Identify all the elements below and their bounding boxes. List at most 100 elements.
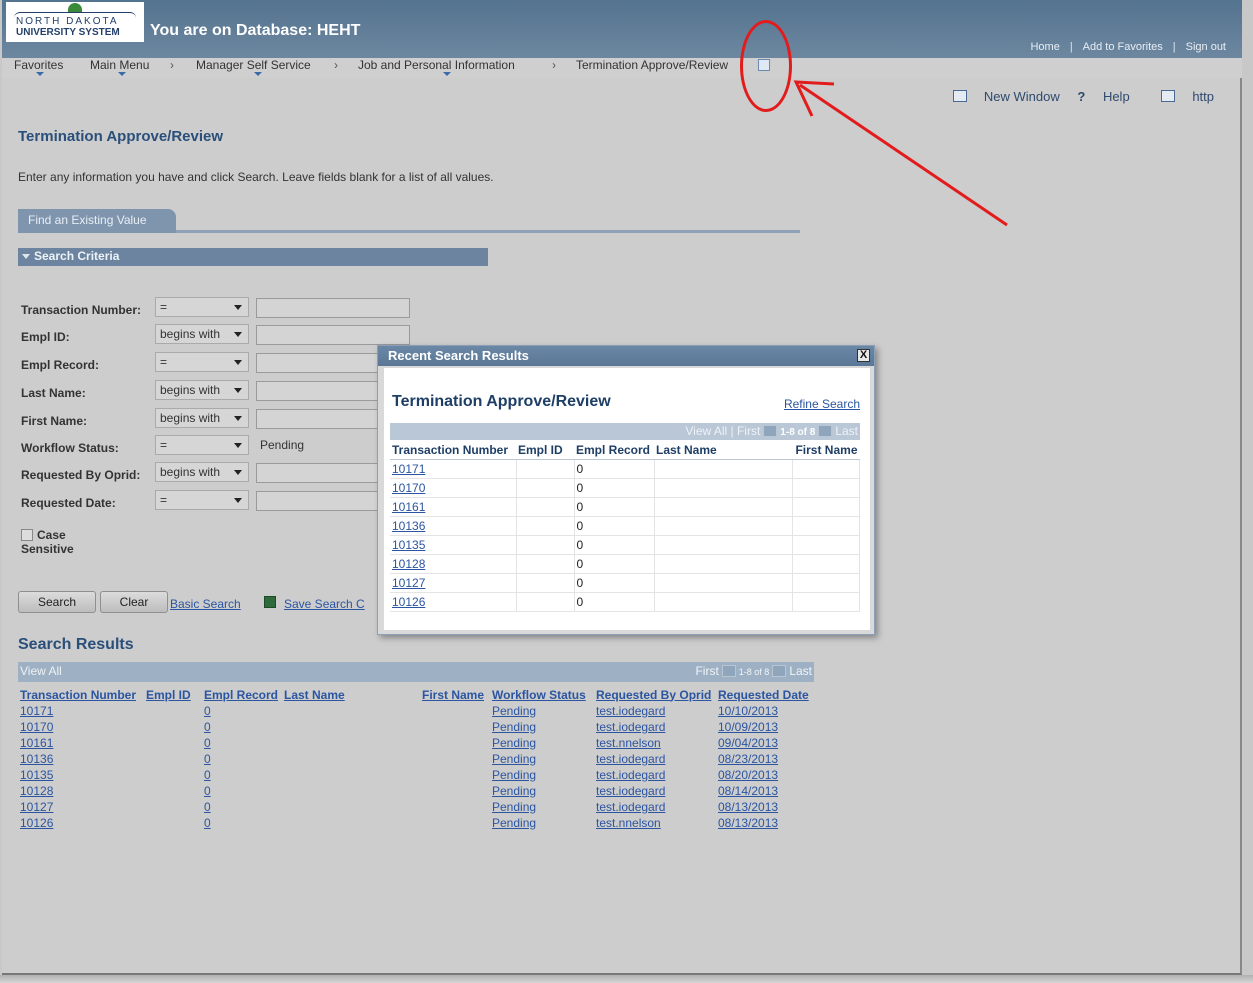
header-bar: NORTH DAKOTA UNIVERSITY SYSTEM You are o… — [2, 0, 1242, 58]
transaction-number-input[interactable] — [256, 298, 410, 318]
nav-favorites[interactable]: Favorites — [14, 58, 63, 72]
col-transaction-number[interactable]: Transaction Number — [18, 686, 144, 703]
database-title: You are on Database: HEHT — [150, 22, 361, 39]
search-button[interactable]: Search — [18, 591, 96, 613]
modal-grid-header: View All | First 1-8 of 8 Last — [390, 423, 860, 440]
result-count: 1-8 of 8 — [738, 667, 770, 677]
add-to-favorites-link[interactable]: Add to Favorites — [1083, 41, 1163, 53]
transaction-number-row: Transaction Number: = — [18, 297, 518, 319]
modal-header[interactable]: Recent Search Results — [378, 346, 874, 366]
results-pager: First 1-8 of 8 Last — [695, 664, 812, 678]
last-name-operator[interactable]: begins with — [155, 380, 249, 400]
search-results-table: Transaction Number Empl ID Empl Record L… — [18, 686, 814, 831]
results-grid-header: View All First 1-8 of 8 Last — [18, 662, 814, 682]
modal-first-link[interactable]: First — [737, 424, 760, 438]
nav-main-menu[interactable]: Main Menu — [90, 58, 149, 72]
col-empl-id[interactable]: Empl ID — [516, 441, 574, 460]
home-link[interactable]: Home — [1030, 41, 1059, 53]
checkbox-icon — [21, 529, 33, 541]
top-links: Home | Add to Favorites | Sign out — [1030, 41, 1226, 53]
table-row: 10127 0 — [390, 573, 860, 593]
help-link[interactable]: ? Help — [1077, 89, 1129, 104]
empl-id-operator[interactable]: begins with — [155, 324, 249, 344]
table-row: 10126 0 Pending test.nnelson 08/13/2013 — [20, 816, 779, 830]
nav-manager-self-service[interactable]: Manager Self Service — [196, 58, 311, 72]
table-row: 10126 0 — [390, 592, 860, 612]
http-link[interactable]: http — [1147, 89, 1214, 104]
col-first-name[interactable]: First Name — [420, 686, 490, 703]
modal-last-link[interactable]: Last — [835, 424, 858, 438]
requested-by-operator[interactable]: begins with — [155, 462, 249, 482]
col-empl-record[interactable]: Empl Record — [574, 441, 654, 460]
first-link[interactable]: First — [695, 664, 718, 678]
requested-date-operator[interactable]: = — [155, 490, 249, 510]
transaction-number-operator[interactable]: = — [155, 297, 249, 317]
save-search-criteria-link[interactable]: Save Search C — [284, 597, 365, 611]
breadcrumb-nav: Favorites Main Menu › Manager Self Servi… — [2, 58, 1242, 78]
case-sensitive-checkbox[interactable]: Case Sensitive — [21, 528, 74, 556]
table-row: 10128 0 — [390, 554, 860, 574]
clear-button[interactable]: Clear — [100, 591, 168, 613]
last-link[interactable]: Last — [789, 664, 812, 678]
modal-result-count: 1-8 of 8 — [780, 427, 816, 438]
http-icon — [1161, 90, 1176, 102]
modal-view-all-link[interactable]: View All — [685, 424, 727, 438]
prev-arrow-icon[interactable] — [763, 425, 778, 437]
table-row: 10135 0 Pending test.iodegard 08/20/2013 — [20, 768, 779, 782]
close-icon[interactable]: X — [857, 349, 870, 362]
job-info-dropdown-icon[interactable] — [443, 72, 451, 76]
table-row: 10171 0 — [390, 459, 860, 479]
table-row: 10136 0 Pending test.iodegard 08/23/2013 — [20, 752, 779, 766]
next-arrow-icon[interactable] — [818, 425, 833, 437]
table-row: 10170 0 — [390, 478, 860, 498]
prev-arrow-icon[interactable] — [721, 665, 736, 677]
col-last-name[interactable]: Last Name — [282, 686, 420, 703]
browser-frame: NORTH DAKOTA UNIVERSITY SYSTEM You are o… — [2, 0, 1242, 975]
col-requested-by-oprid[interactable]: Requested By Oprid — [594, 686, 716, 703]
table-row: 10161 0 — [390, 497, 860, 517]
basic-search-link[interactable]: Basic Search — [170, 597, 241, 611]
chevron-right-icon: › — [552, 58, 556, 72]
table-row: 10161 0 Pending test.nnelson 09/04/2013 — [20, 736, 779, 750]
search-criteria-header[interactable]: Search Criteria — [18, 248, 488, 266]
nd-university-system-logo: NORTH DAKOTA UNIVERSITY SYSTEM — [6, 2, 144, 42]
view-all-link[interactable]: View All — [20, 664, 62, 678]
workflow-status-operator[interactable]: = — [155, 435, 249, 455]
help-icon: ? — [1077, 89, 1089, 104]
nav-job-personal-info[interactable]: Job and Personal Information — [358, 58, 515, 72]
modal-title: Termination Approve/Review — [392, 393, 611, 410]
refine-search-link[interactable]: Refine Search — [784, 397, 860, 411]
taskbar-strip — [0, 975, 1253, 983]
empl-id-input[interactable] — [256, 325, 410, 345]
col-transaction-number[interactable]: Transaction Number — [390, 441, 516, 460]
nav-termination-approve-review[interactable]: Termination Approve/Review — [576, 58, 728, 72]
col-workflow-status[interactable]: Workflow Status — [490, 686, 594, 703]
table-row: 10127 0 Pending test.iodegard 08/13/2013 — [20, 800, 779, 814]
col-first-name[interactable]: First Name — [792, 441, 860, 460]
col-empl-id[interactable]: Empl ID — [144, 686, 202, 703]
page-title: Termination Approve/Review — [18, 128, 224, 145]
empl-id-row: Empl ID: begins with — [18, 324, 518, 346]
search-results-title: Search Results — [18, 636, 134, 653]
first-name-operator[interactable]: begins with — [155, 408, 249, 428]
annotation-arrow-icon — [793, 80, 1008, 227]
col-empl-record[interactable]: Empl Record — [202, 686, 282, 703]
results-header-row: Transaction Number Empl ID Empl Record L… — [18, 686, 814, 703]
main-menu-dropdown-icon[interactable] — [118, 72, 126, 76]
logo-line1: NORTH DAKOTA — [16, 16, 119, 27]
col-last-name[interactable]: Last Name — [654, 441, 792, 460]
tab-find-existing-value[interactable]: Find an Existing Value — [18, 209, 176, 233]
chevron-right-icon: › — [334, 58, 338, 72]
col-requested-date[interactable]: Requested Date — [716, 686, 814, 703]
sign-out-link[interactable]: Sign out — [1186, 41, 1226, 53]
empl-record-operator[interactable]: = — [155, 352, 249, 372]
favorites-dropdown-icon[interactable] — [36, 72, 44, 76]
instructions-text: Enter any information you have and click… — [18, 170, 494, 184]
modal-body: Termination Approve/Review Refine Search… — [384, 368, 870, 630]
modal-results-table: Transaction Number Empl ID Empl Record L… — [390, 441, 860, 612]
table-row: 10128 0 Pending test.iodegard 08/14/2013 — [20, 784, 779, 798]
mss-dropdown-icon[interactable] — [254, 72, 262, 76]
next-arrow-icon[interactable] — [772, 665, 787, 677]
save-icon[interactable] — [264, 596, 276, 608]
modal-header-row: Transaction Number Empl ID Empl Record L… — [390, 441, 860, 460]
